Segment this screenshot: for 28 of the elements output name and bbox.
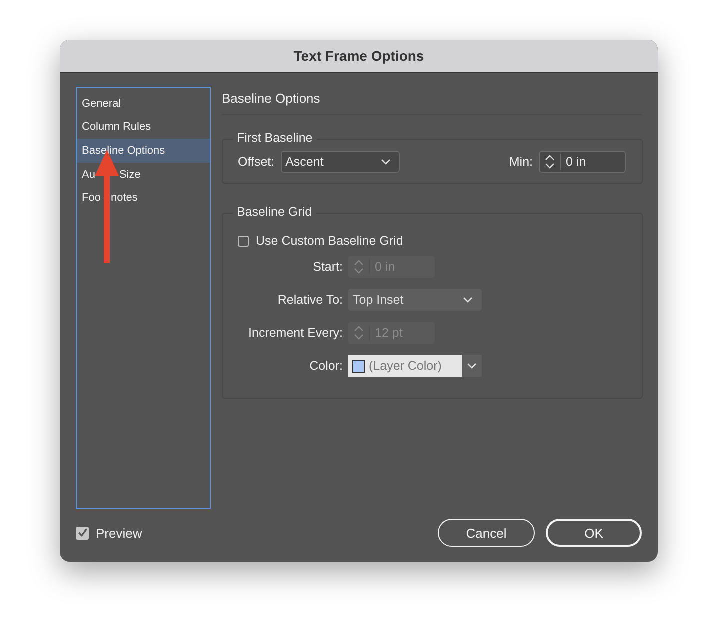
dropdown[interactable]: Ascent [280, 150, 400, 172]
field-label: Relative To: [276, 293, 343, 307]
field-label: Min: [509, 154, 533, 168]
checkbox-label: Use Custom Baseline Grid [256, 234, 404, 248]
dropdown[interactable]: Top Inset [348, 289, 482, 311]
number-field[interactable]: 0 in [539, 150, 626, 172]
window-title: Text Frame Options [294, 48, 424, 64]
checkbox[interactable] [238, 236, 249, 246]
chevron-down-icon [380, 158, 391, 164]
dialog-button[interactable]: OK [546, 519, 642, 547]
group-title: First Baseline [233, 131, 317, 145]
sidebar-item[interactable]: General [77, 92, 210, 116]
sidebar-item[interactable]: Au Size [77, 162, 210, 186]
chevron-down-icon [463, 297, 473, 303]
field-label: Offset: [238, 154, 275, 168]
checkbox-label: Preview [96, 526, 142, 540]
field-label: Increment Every: [248, 326, 343, 340]
sidebar-item[interactable]: Baseline Options [77, 139, 210, 163]
section-title: Baseline Options [222, 87, 642, 115]
chevron-down-icon [467, 363, 477, 369]
color-swatch-icon [352, 360, 365, 372]
group-title: Baseline Grid [233, 205, 316, 219]
checkbox[interactable] [76, 526, 89, 540]
sidebar-item[interactable]: Column Rules [77, 116, 210, 140]
dialog-button[interactable]: Cancel [438, 519, 535, 547]
sidebar-item[interactable]: Foo notes [77, 186, 210, 210]
field-label: Start: [312, 260, 343, 274]
field-label: Color: [308, 359, 343, 373]
